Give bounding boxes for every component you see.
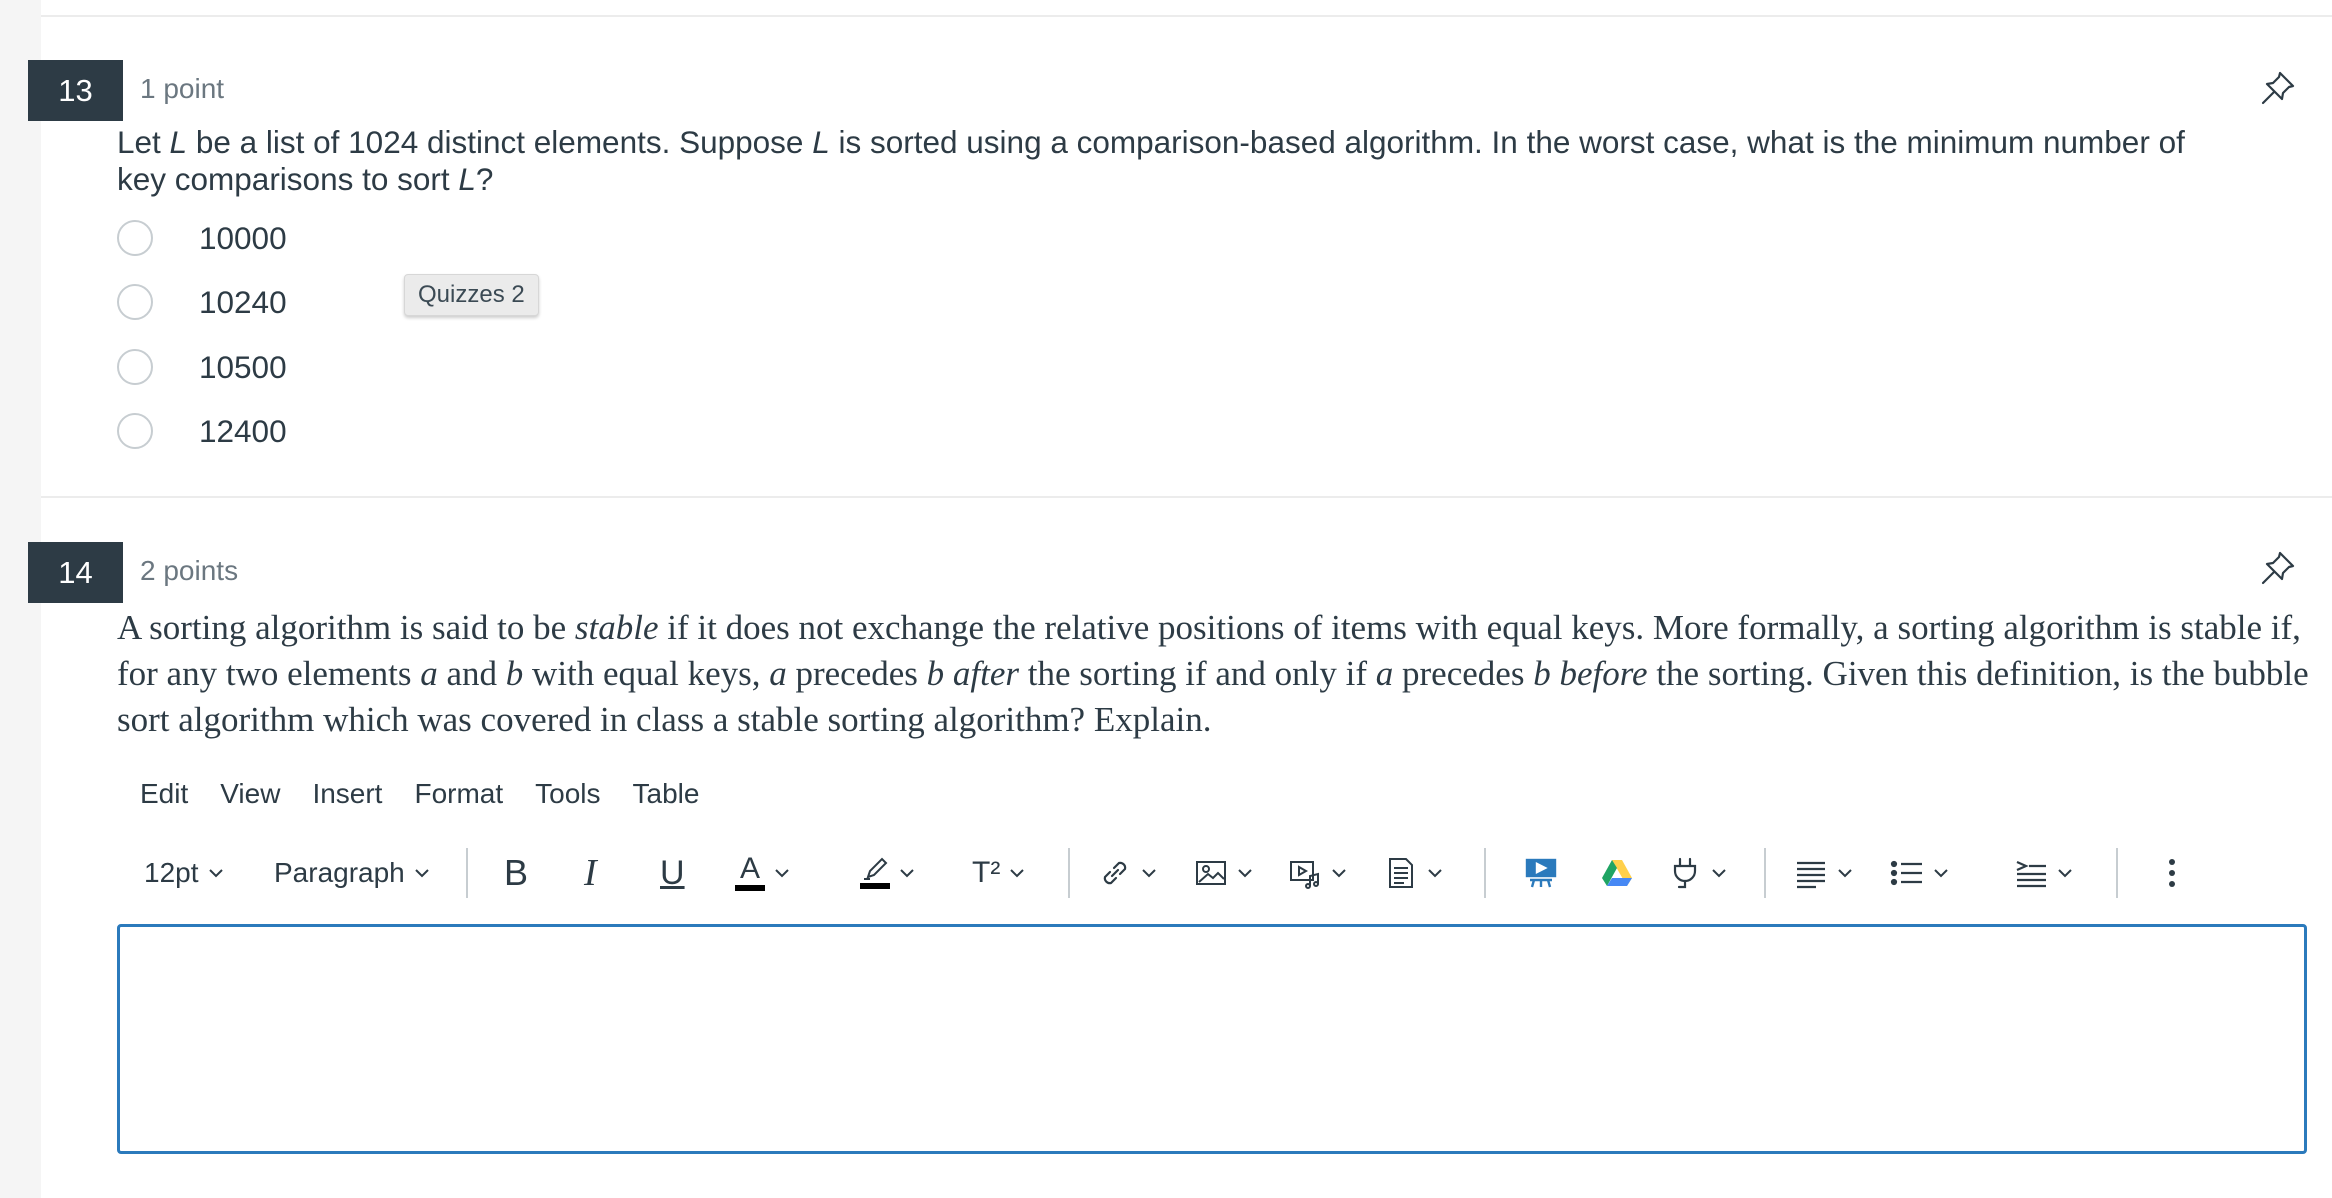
answer-option[interactable]: 10240 bbox=[117, 282, 287, 322]
menu-format[interactable]: Format bbox=[414, 778, 503, 810]
radio-button[interactable] bbox=[117, 413, 153, 449]
answer-editor[interactable] bbox=[117, 924, 2307, 1154]
question-number: 13 bbox=[58, 72, 93, 108]
font-size-select[interactable]: 12pt bbox=[144, 848, 225, 898]
italic-button[interactable]: I bbox=[584, 848, 597, 898]
question-text: A sorting algorithm is said to be stable… bbox=[117, 608, 2309, 739]
list-icon bbox=[1890, 860, 1922, 886]
chevron-down-icon bbox=[1838, 869, 1852, 878]
block-format-select[interactable]: Paragraph bbox=[274, 848, 431, 898]
link-icon bbox=[1103, 861, 1127, 885]
question-number: 14 bbox=[58, 554, 93, 590]
apps-button[interactable] bbox=[1524, 848, 1558, 898]
answer-label[interactable]: 12400 bbox=[199, 413, 287, 450]
radio-button[interactable] bbox=[117, 220, 153, 256]
media-button[interactable] bbox=[1288, 848, 1348, 898]
google-drive-button[interactable] bbox=[1600, 848, 1634, 898]
image-icon bbox=[1196, 861, 1226, 885]
divider bbox=[41, 15, 2332, 17]
question-text: Let L be a list of 1024 distinct element… bbox=[117, 124, 2185, 197]
answer-option[interactable]: 10500 bbox=[117, 347, 287, 387]
chevron-down-icon bbox=[775, 869, 789, 878]
more-icon bbox=[2169, 859, 2175, 887]
answer-label[interactable]: 10500 bbox=[199, 349, 287, 386]
plugin-icon bbox=[1673, 857, 1697, 889]
editor-menubar: Edit View Insert Format Tools Table bbox=[140, 778, 699, 810]
image-button[interactable] bbox=[1194, 848, 1254, 898]
question-number-badge: 14 bbox=[28, 542, 123, 603]
menu-insert[interactable]: Insert bbox=[312, 778, 382, 810]
chevron-down-icon bbox=[415, 869, 429, 878]
link-button[interactable] bbox=[1098, 848, 1158, 898]
answer-option[interactable]: 12400 bbox=[117, 411, 287, 451]
toolbar-separator bbox=[2116, 848, 2118, 898]
editor-toolbar: 12pt Paragraph B I U A T² bbox=[140, 848, 2180, 898]
answer-label[interactable]: 10240 bbox=[199, 284, 287, 321]
superscript-button[interactable]: T² bbox=[972, 848, 1026, 898]
underline-icon: U bbox=[660, 853, 685, 892]
chevron-down-icon bbox=[1238, 869, 1252, 878]
more-button[interactable] bbox=[2166, 848, 2178, 898]
chevron-down-icon bbox=[2058, 869, 2072, 878]
divider bbox=[41, 496, 2332, 498]
chevron-down-icon bbox=[1010, 869, 1025, 878]
chevron-down-icon bbox=[1712, 869, 1726, 878]
align-icon bbox=[1797, 861, 1825, 889]
indent-icon bbox=[2016, 860, 2046, 888]
toolbar-separator bbox=[1484, 848, 1486, 898]
chevron-down-icon bbox=[1142, 869, 1156, 878]
question-points: 1 point bbox=[140, 73, 225, 104]
question-number-badge: 13 bbox=[28, 60, 123, 121]
text-color-button[interactable]: A bbox=[735, 848, 791, 898]
toolbar-separator bbox=[1764, 848, 1766, 898]
radio-button[interactable] bbox=[117, 284, 153, 320]
menu-table[interactable]: Table bbox=[633, 778, 700, 810]
answer-label[interactable]: 10000 bbox=[199, 220, 287, 257]
chevron-down-icon bbox=[1428, 869, 1442, 878]
plugin-button[interactable] bbox=[1668, 848, 1728, 898]
toolbar-separator bbox=[1068, 848, 1070, 898]
bold-button[interactable]: B bbox=[504, 848, 528, 898]
document-button[interactable] bbox=[1384, 848, 1444, 898]
text-color-icon: A bbox=[735, 854, 765, 891]
toolbar-separator bbox=[466, 848, 468, 898]
radio-button[interactable] bbox=[117, 349, 153, 385]
answer-option[interactable]: 10000 bbox=[117, 218, 287, 258]
menu-edit[interactable]: Edit bbox=[140, 778, 188, 810]
indent-button[interactable] bbox=[2014, 848, 2074, 898]
menu-view[interactable]: View bbox=[220, 778, 280, 810]
highlight-button[interactable] bbox=[860, 848, 916, 898]
chevron-down-icon bbox=[1332, 869, 1346, 878]
underline-button[interactable]: U bbox=[660, 848, 685, 898]
document-icon bbox=[1389, 858, 1413, 888]
chevron-down-icon bbox=[208, 869, 223, 878]
bold-icon: B bbox=[504, 852, 529, 893]
media-icon bbox=[1290, 861, 1319, 889]
pin-icon[interactable] bbox=[2258, 68, 2298, 108]
align-button[interactable] bbox=[1794, 848, 1854, 898]
pin-icon[interactable] bbox=[2258, 548, 2298, 588]
apps-icon bbox=[1525, 858, 1557, 888]
menu-tools[interactable]: Tools bbox=[535, 778, 600, 810]
question-points: 2 points bbox=[140, 555, 239, 586]
tooltip: Quizzes 2 bbox=[404, 274, 539, 316]
italic-icon: I bbox=[584, 852, 597, 894]
superscript-icon: T² bbox=[972, 856, 1001, 889]
google-drive-icon bbox=[1602, 860, 1632, 886]
chevron-down-icon bbox=[900, 869, 914, 878]
chevron-down-icon bbox=[1934, 869, 1948, 878]
highlight-icon bbox=[860, 857, 890, 889]
list-button[interactable] bbox=[1890, 848, 1950, 898]
